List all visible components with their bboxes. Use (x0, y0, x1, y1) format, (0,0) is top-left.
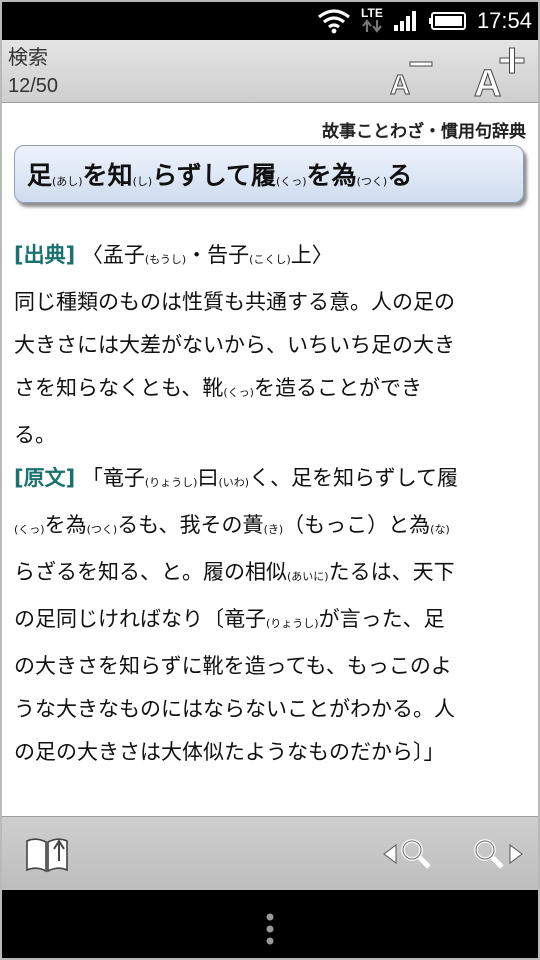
search-next-icon[interactable] (470, 831, 524, 877)
furigana: (つく) (356, 175, 388, 188)
font-decrease-icon[interactable]: A (382, 44, 442, 100)
clock: 17:54 (476, 8, 532, 33)
text-line: 同じ種類のものは性質も共通する意。人の足の (14, 281, 526, 324)
text-segment: （もっこ）と為 (283, 513, 431, 537)
screen: LTE 17:54 検索 12/50 A A 故事ことわざ・慣用句辞典 足(あし… (0, 0, 540, 960)
furigana: (りょうし) (144, 476, 198, 489)
text-segment: らずして履 (152, 161, 276, 190)
text-segment: 大きさには大差がないから、いちいち足の大き (14, 333, 455, 357)
furigana: (りょうし) (266, 617, 319, 630)
text-line: の足同じければなり〔竜子(りょうし)が言った、足 (14, 598, 526, 645)
signal-icon (393, 11, 416, 31)
text-segment: 〈孟子 (81, 243, 145, 267)
meaning-text: 同じ種類のものは性質も共通する意。人の足の 大きさには大差がないから、いちいち足の… (14, 281, 526, 457)
wifi-icon (317, 9, 350, 34)
text-line: (くっ)を為(つく)るも、我その蕢(き)（もっこ）と為(な) (14, 504, 526, 551)
furigana: (いわ) (218, 476, 250, 489)
action-bar: 検索 12/50 A A (2, 40, 538, 103)
font-increase-icon[interactable]: A (470, 44, 530, 100)
text-line: る。 (14, 414, 526, 457)
furigana: (あし) (52, 175, 83, 188)
text-segment: が言った、足 (318, 607, 445, 631)
text-segment: らざるを知る、と。履の相似 (14, 560, 287, 584)
status-bar: LTE 17:54 (2, 2, 538, 40)
overflow-menu-icon[interactable] (264, 912, 276, 946)
text-segment: うな大きなものにはならないことがわかる。人 (14, 697, 455, 721)
text-segment: 「竜子 (81, 466, 145, 490)
text-segment: 足 (27, 161, 53, 190)
furigana: (き) (263, 523, 284, 536)
furigana: (し) (132, 175, 153, 188)
source-line: [出典] 〈孟子(もうし)・告子(こくし)上〉 (14, 234, 526, 281)
headword: 足(あし)を知(し)らずして履(くっ)を為(つく)る (27, 156, 412, 192)
text-line: の大きさを知らずに靴を造っても、もっこのよ (14, 645, 526, 688)
result-counter: 12/50 (8, 75, 59, 97)
text-line: らざるを知る、と。履の相似(あいに)たるは、天下 (14, 551, 526, 598)
screen-title: 検索 (8, 47, 48, 69)
original-label: [原文] (14, 466, 76, 490)
text-segment: さを知らなくとも、靴 (14, 376, 224, 400)
text-segment: ・告子 (186, 243, 250, 267)
text-line: うな大きなものにはならないことがわかる。人 (14, 688, 526, 731)
text-segment: を造ることができ (253, 376, 422, 400)
furigana: (くっ) (275, 175, 307, 188)
text-segment: の足の大きさは大体似たようなものだから〕」 (14, 740, 445, 764)
text-segment: を為 (44, 513, 87, 537)
furigana: (つく) (86, 523, 118, 536)
furigana: (もうし) (144, 253, 187, 266)
furigana: (こくし) (249, 253, 291, 266)
text-segment: たるは、天下 (328, 560, 455, 584)
text-segment: を知 (82, 161, 133, 190)
text-segment: を為 (306, 161, 357, 190)
battery-icon (428, 12, 466, 30)
text-segment: の大きさを知らずに靴を造っても、もっこのよ (14, 654, 452, 678)
system-nav-bar (2, 890, 538, 958)
dictionary-book-icon[interactable] (24, 831, 70, 877)
furigana: (あいに) (287, 570, 329, 583)
dictionary-name: 故事ことわざ・慣用句辞典 (322, 122, 526, 142)
text-line: [原文] 「竜子(りょうし)曰(いわ)く、足を知らずして履 (14, 457, 526, 504)
text-segment: 曰 (197, 466, 219, 490)
source-label: [出典] (14, 243, 76, 267)
text-segment: る。 (14, 423, 56, 447)
network-type: LTE (361, 6, 383, 20)
text-segment: る (387, 161, 413, 190)
svg-text:A: A (474, 63, 501, 100)
text-segment: く、足を知らずして履 (249, 466, 459, 490)
source-text: 〈孟子(もうし)・告子(こくし)上〉 (82, 243, 333, 267)
entry-content: 故事ことわざ・慣用句辞典 足(あし)を知(し)らずして履(くっ)を為(つく)る … (2, 103, 538, 816)
search-previous-icon[interactable] (382, 831, 436, 877)
text-line: さを知らなくとも、靴(くっ)を造ることができ (14, 367, 526, 414)
lte-data-icon: LTE (361, 7, 383, 35)
text-line: 大きさには大差がないから、いちいち足の大き (14, 324, 526, 367)
text-segment: の足同じければなり〔竜子 (14, 607, 266, 631)
furigana: (な) (430, 523, 450, 536)
text-line: の足の大きさは大体似たようなものだから〕」 (14, 731, 526, 774)
furigana: (くっ) (14, 523, 45, 536)
entry-body: [出典] 〈孟子(もうし)・告子(こくし)上〉 同じ種類のものは性質も共通する意… (14, 234, 526, 774)
headword-box: 足(あし)を知(し)らずして履(くっ)を為(つく)る (14, 145, 524, 203)
text-segment: 上〉 (290, 243, 333, 267)
furigana: (くっ) (223, 386, 254, 399)
text-segment: 同じ種類のものは性質も共通する意。人の足の (14, 290, 455, 314)
bottom-toolbar (2, 816, 538, 891)
original-text: [原文] 「竜子(りょうし)曰(いわ)く、足を知らずして履 (くっ)を為(つく)る… (14, 457, 526, 774)
svg-text:A: A (390, 69, 410, 100)
text-segment: るも、我その蕢 (117, 513, 264, 537)
